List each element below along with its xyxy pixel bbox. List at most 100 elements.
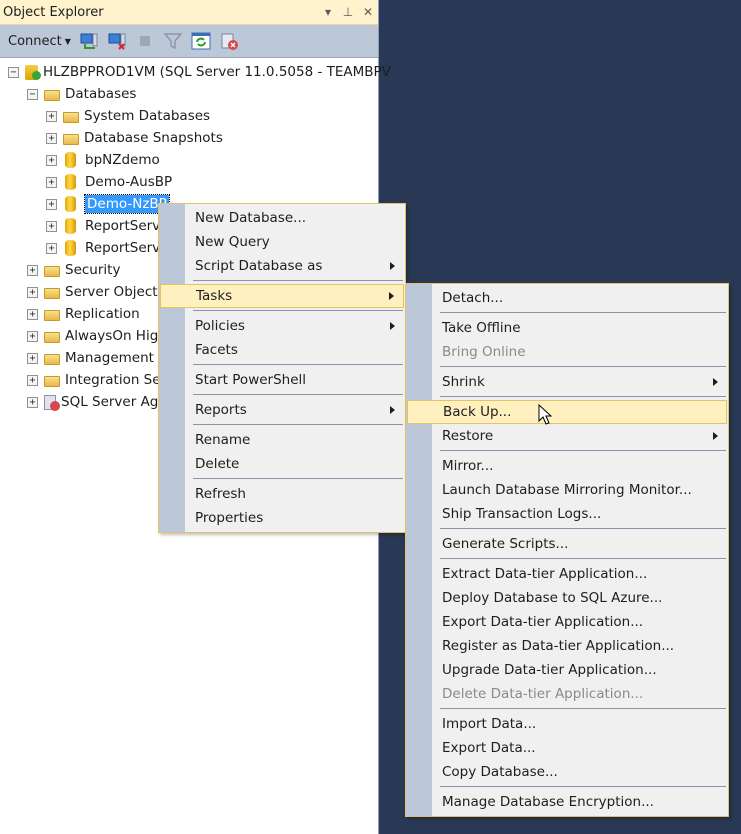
tree-node-label: Replication [65,306,140,322]
tree-node-label: bpNZdemo [85,152,160,168]
menu-item-import-data[interactable]: Import Data... [406,712,728,736]
tree-node-system-databases[interactable]: + System Databases [46,106,210,126]
menu-item-start-powershell[interactable]: Start PowerShell [159,368,405,392]
submenu-arrow-icon [713,378,718,386]
menu-item-shrink[interactable]: Shrink [406,370,728,394]
menu-item-policies[interactable]: Policies [159,314,405,338]
tree-node-server[interactable]: − HLZBPPROD1VM (SQL Server 11.0.5058 - T… [8,62,391,82]
tree-node-server-objects[interactable]: + Server Objects [27,282,165,302]
tree-node-database-snapshots[interactable]: + Database Snapshots [46,128,223,148]
tree-node-integration-services[interactable]: + Integration Se [27,370,161,390]
stop-icon[interactable] [135,31,155,51]
menu-item-label: Properties [195,510,264,526]
tree-node-label: ReportServe [85,240,169,256]
menu-item-label: Deploy Database to SQL Azure... [442,590,663,606]
tree-node-database-selected[interactable]: + Demo-NzBP [46,194,170,214]
menu-item-script-database-as[interactable]: Script Database as [159,254,405,278]
tasks-submenu: Detach... Take Offline Bring Online Shrink B… [405,283,729,817]
menu-item-copy-database[interactable]: Copy Database... [406,760,728,784]
expand-icon[interactable]: + [27,374,38,386]
database-context-menu: New Database... New Query Script Database … [158,203,406,533]
folder-icon [44,310,60,321]
menu-item-tasks[interactable]: Tasks [160,284,404,308]
menu-item-export-data-tier-application[interactable]: Export Data-tier Application... [406,610,728,634]
collapse-icon[interactable]: − [27,88,38,100]
chevron-down-icon: ▼ [64,36,71,46]
tree-node-database[interactable]: + bpNZdemo [46,150,160,170]
expand-icon[interactable]: + [46,198,57,210]
menu-item-refresh[interactable]: Refresh [159,482,405,506]
menu-item-label: New Query [195,234,270,250]
expand-icon[interactable]: + [46,110,57,122]
disconnect-icon[interactable] [107,31,127,51]
expand-icon[interactable]: + [27,330,38,342]
tree-node-replication[interactable]: + Replication [27,304,140,324]
menu-item-label: Restore [442,428,494,444]
menu-item-delete-data-tier-application: Delete Data-tier Application... [406,682,728,706]
menu-item-take-offline[interactable]: Take Offline [406,316,728,340]
menu-item-bring-online: Bring Online [406,340,728,364]
expand-icon[interactable]: + [27,308,38,320]
tree-node-label: Databases [65,86,137,102]
submenu-arrow-icon [390,262,395,270]
menu-item-launch-database-mirroring-monitor[interactable]: Launch Database Mirroring Monitor... [406,478,728,502]
expand-icon[interactable]: + [27,264,38,276]
menu-item-facets[interactable]: Facets [159,338,405,362]
expand-icon[interactable]: + [46,242,57,254]
menu-item-mirror[interactable]: Mirror... [406,454,728,478]
tree-node-management[interactable]: + Management [27,348,154,368]
menu-item-reports[interactable]: Reports [159,398,405,422]
tree-node-sql-server-agent[interactable]: + SQL Server Ag [27,392,158,412]
submenu-arrow-icon [390,322,395,330]
menu-item-delete[interactable]: Delete [159,452,405,476]
menu-item-restore[interactable]: Restore [406,424,728,448]
collapse-icon[interactable]: − [8,66,19,78]
menu-item-properties[interactable]: Properties [159,506,405,530]
menu-item-label: Import Data... [442,716,537,732]
refresh-icon[interactable] [191,31,211,51]
tree-node-alwayson[interactable]: + AlwaysOn Hig [27,326,158,346]
menu-item-extract-data-tier-application[interactable]: Extract Data-tier Application... [406,562,728,586]
folder-icon [44,354,60,365]
tree-node-databases[interactable]: − Databases [27,84,136,104]
menu-item-ship-transaction-logs[interactable]: Ship Transaction Logs... [406,502,728,526]
menu-item-export-data[interactable]: Export Data... [406,736,728,760]
menu-item-label: New Database... [195,210,307,226]
menu-item-manage-database-encryption[interactable]: Manage Database Encryption... [406,790,728,814]
menu-item-deploy-database-to-sql-azure[interactable]: Deploy Database to SQL Azure... [406,586,728,610]
menu-item-detach[interactable]: Detach... [406,286,728,310]
menu-item-label: Ship Transaction Logs... [442,506,602,522]
close-icon[interactable]: ✕ [358,5,378,19]
expand-icon[interactable]: + [27,286,38,298]
filter-icon[interactable] [163,31,183,51]
expand-icon[interactable]: + [46,154,57,166]
expand-icon[interactable]: + [46,132,57,144]
tree-node-label: Demo-NzBP [84,194,170,214]
menu-item-back-up[interactable]: Back Up... [407,400,727,424]
menu-item-new-database[interactable]: New Database... [159,206,405,230]
panel-title: Object Explorer [3,4,104,20]
tree-node-database[interactable]: + ReportServe [46,216,168,236]
tree-node-database[interactable]: + ReportServe [46,238,168,258]
start-powershell-icon[interactable] [219,31,239,51]
expand-icon[interactable]: + [27,396,38,408]
menu-item-generate-scripts[interactable]: Generate Scripts... [406,532,728,556]
database-icon [65,196,76,212]
expand-icon[interactable]: + [46,220,57,232]
connect-object-explorer-icon[interactable] [79,31,99,51]
tree-node-security[interactable]: + Security [27,260,120,280]
expand-icon[interactable]: + [27,352,38,364]
menu-item-new-query[interactable]: New Query [159,230,405,254]
dropdown-icon[interactable]: ▾ [318,5,338,19]
tree-node-label: Database Snapshots [84,130,223,146]
tree-node-label: Management [65,350,154,366]
tree-node-label: Integration Se [65,372,161,388]
menu-item-register-as-data-tier-application[interactable]: Register as Data-tier Application... [406,634,728,658]
menu-item-label: Script Database as [195,258,323,274]
pin-icon[interactable]: ⊥ [338,5,358,19]
expand-icon[interactable]: + [46,176,57,188]
menu-item-upgrade-data-tier-application[interactable]: Upgrade Data-tier Application... [406,658,728,682]
tree-node-database[interactable]: + Demo-AusBP [46,172,172,192]
connect-button[interactable]: Connect ▼ [8,34,71,49]
menu-item-rename[interactable]: Rename [159,428,405,452]
